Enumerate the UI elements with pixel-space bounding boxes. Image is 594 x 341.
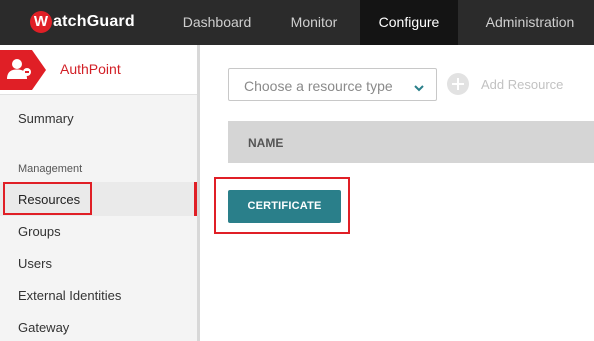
sidebar-item-external-identities[interactable]: External Identities	[18, 288, 121, 303]
column-header-name[interactable]: NAME	[248, 136, 283, 150]
sidebar-item-groups[interactable]: Groups	[18, 224, 61, 239]
sidebar-item-summary[interactable]: Summary	[18, 111, 74, 126]
sidebar-item-gateway[interactable]: Gateway	[18, 320, 69, 335]
logo-wordmark: atchGuard	[53, 13, 135, 30]
highlight-box-certificate	[214, 177, 350, 234]
add-resource-button[interactable]: Add Resource	[447, 72, 563, 96]
highlight-box-resources	[3, 182, 92, 215]
sidebar-title: AuthPoint	[60, 61, 121, 77]
sidebar-item-users[interactable]: Users	[18, 256, 52, 271]
plus-circle-icon	[447, 73, 469, 95]
sidebar: AuthPoint Summary Management Resources G…	[0, 45, 200, 341]
nav-configure[interactable]: Configure	[360, 0, 458, 45]
add-resource-label: Add Resource	[481, 76, 564, 92]
top-navigation-bar: W atchGuard Dashboard Monitor Configure …	[0, 0, 594, 45]
nav-dashboard[interactable]: Dashboard	[170, 0, 264, 45]
logo-mark: W	[30, 11, 52, 33]
nav-administration[interactable]: Administration	[466, 0, 594, 45]
nav-monitor[interactable]: Monitor	[276, 0, 352, 45]
watchguard-logo[interactable]: W atchGuard	[30, 8, 135, 36]
user-group-icon	[0, 50, 46, 90]
resource-type-placeholder: Choose a resource type	[244, 78, 393, 94]
resources-table-header: NAME	[228, 121, 594, 163]
sidebar-section-management: Management	[18, 163, 83, 175]
resource-type-select[interactable]: Choose a resource type	[228, 68, 437, 101]
chevron-down-icon	[414, 80, 424, 92]
sidebar-header: AuthPoint	[0, 45, 197, 95]
